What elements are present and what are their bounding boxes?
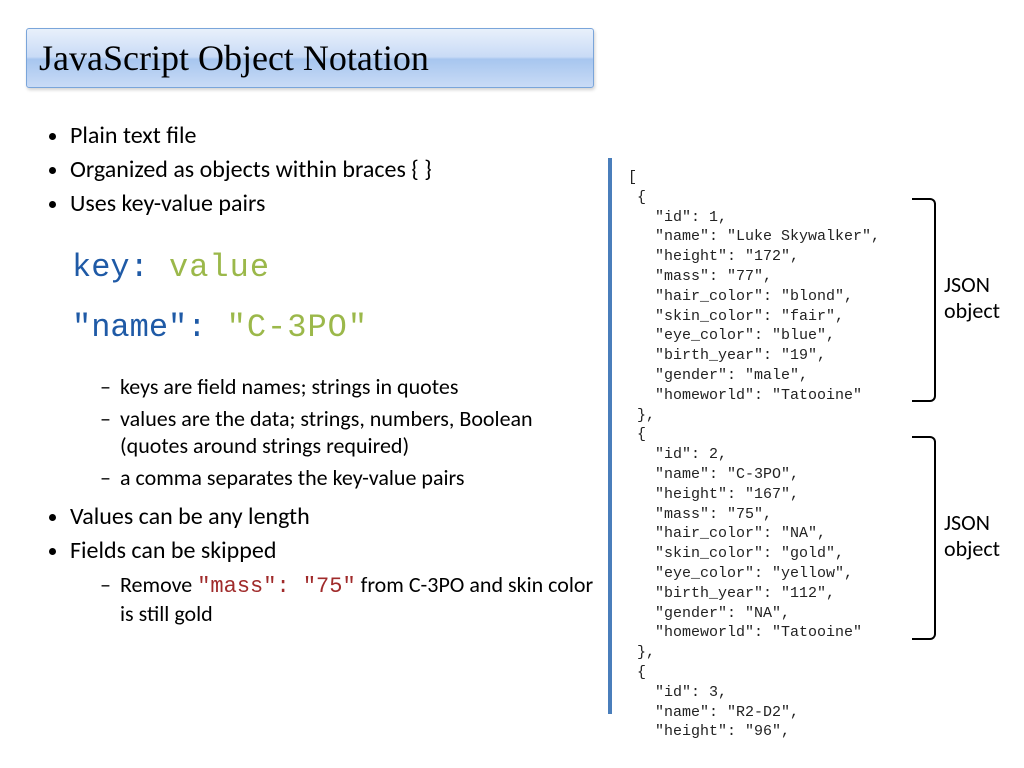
- text: Remove: [120, 571, 197, 598]
- slide-title: JavaScript Object Notation: [39, 37, 429, 79]
- vertical-separator: [608, 158, 612, 714]
- sub-bullet-list: Remove "mass": "75" from C-3PO and skin …: [40, 571, 595, 628]
- bullet-list: Values can be any length Fields can be s…: [40, 501, 595, 566]
- sub-bullet-item: keys are field names; strings in quotes: [100, 373, 595, 401]
- json-code-block: [ { "id": 1, "name": "Luke Skywalker", "…: [628, 168, 908, 742]
- brace-icon: [912, 198, 936, 402]
- example-key: key:: [72, 249, 149, 286]
- bullet-list: Plain text file Organized as objects wit…: [40, 120, 595, 220]
- key-value-example: key: value "name": "C-3PO": [72, 238, 595, 360]
- bullet-item: Plain text file: [70, 120, 595, 151]
- sub-bullet-list: keys are field names; strings in quotes …: [40, 373, 595, 491]
- example-value: "C-3PO": [206, 309, 368, 346]
- brace-icon: [912, 436, 936, 640]
- sub-bullet-item: a comma separates the key-value pairs: [100, 464, 595, 492]
- sub-bullet-item: values are the data; strings, numbers, B…: [100, 405, 595, 460]
- brace-label: JSON object: [944, 272, 1024, 325]
- bullet-item: Uses key-value pairs: [70, 188, 595, 219]
- example-key: "name":: [72, 309, 206, 346]
- brace-label: JSON object: [944, 510, 1024, 563]
- slide: JavaScript Object Notation Plain text fi…: [0, 0, 1024, 768]
- example-value: value: [149, 249, 270, 286]
- bullet-item: Values can be any length: [70, 501, 595, 532]
- content-column: Plain text file Organized as objects wit…: [40, 120, 595, 638]
- inline-code: "mass": "75": [197, 574, 355, 599]
- slide-title-box: JavaScript Object Notation: [26, 28, 594, 88]
- bullet-item: Fields can be skipped: [70, 535, 595, 566]
- bullet-item: Organized as objects within braces { }: [70, 154, 595, 185]
- sub-bullet-item: Remove "mass": "75" from C-3PO and skin …: [100, 571, 595, 628]
